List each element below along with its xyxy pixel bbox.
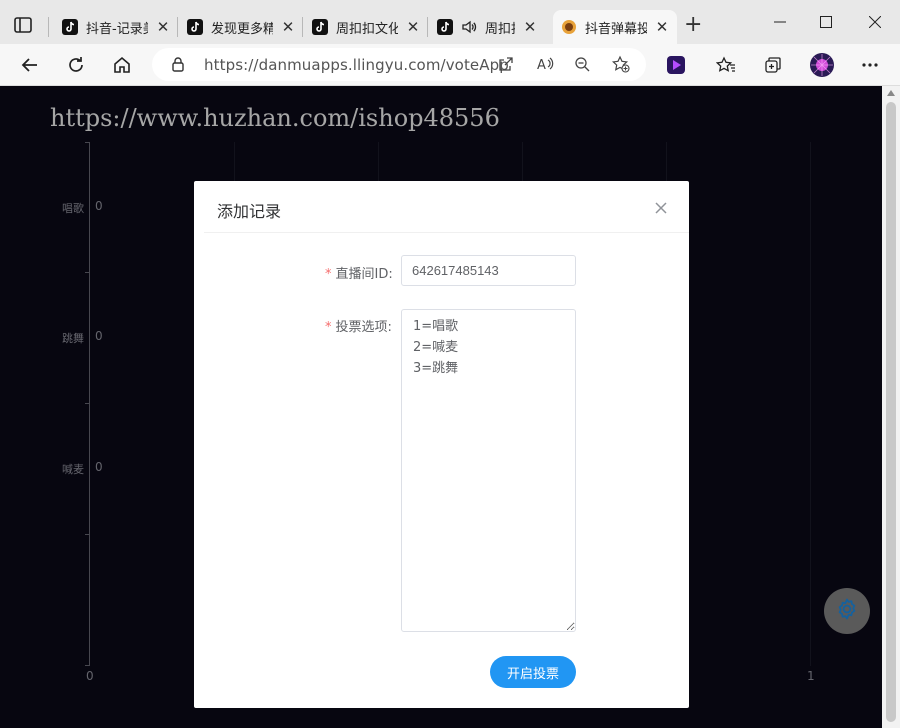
tab-separator <box>427 17 428 37</box>
page-scrollbar[interactable] <box>882 86 900 728</box>
tab-4[interactable]: 周扣扣的直播间 ✕ <box>429 10 553 44</box>
profile-avatar-icon[interactable] <box>809 52 835 78</box>
collections-icon[interactable] <box>761 53 785 77</box>
minimize-icon[interactable] <box>765 10 795 34</box>
home-icon[interactable] <box>110 53 134 77</box>
add-favorite-icon[interactable] <box>611 55 630 77</box>
room-id-label-text: 直播间ID: <box>335 267 393 282</box>
start-vote-button[interactable]: 开启投票 <box>490 656 576 688</box>
tab-title: 发现更多精彩视频 <box>211 21 273 37</box>
tab-title: 周扣扣的直播间 <box>485 21 515 37</box>
close-icon[interactable] <box>652 199 670 217</box>
options-label: * 投票选项: <box>325 316 392 335</box>
extension-icon[interactable] <box>664 53 688 77</box>
close-icon[interactable]: ✕ <box>406 18 420 36</box>
tab-2[interactable]: 发现更多精彩视频 ✕ <box>179 10 303 44</box>
vote-options-textarea[interactable]: 1=唱歌 2=喊麦 3=跳舞 <box>401 309 576 632</box>
tab-separator <box>302 17 303 37</box>
room-id-label: * 直播间ID: <box>325 263 393 282</box>
room-id-input[interactable] <box>401 255 576 286</box>
new-tab-button[interactable]: + <box>684 14 702 36</box>
speaker-icon[interactable] <box>461 19 477 35</box>
read-aloud-icon[interactable]: A <box>536 55 554 77</box>
back-icon[interactable] <box>18 53 42 77</box>
refresh-icon[interactable] <box>64 53 88 77</box>
dialog-divider <box>204 232 689 233</box>
address-bar[interactable]: https://danmuapps.llingyu.com/voteApp A <box>152 48 646 81</box>
required-mark: * <box>325 267 332 282</box>
favorites-icon[interactable] <box>714 53 738 77</box>
maximize-icon[interactable] <box>811 10 841 34</box>
add-record-dialog: 添加记录 *直播间ID: *投票选项: 1=唱歌 2=喊麦 3=跳舞 开启投票 <box>194 181 689 708</box>
tab-title: 抖音-记录美好生活 <box>86 21 148 37</box>
lock-icon[interactable] <box>170 56 186 76</box>
tab-separator <box>48 17 49 37</box>
share-icon[interactable] <box>498 56 514 76</box>
tab-title: 抖音弹幕投票 <box>585 21 647 37</box>
tab-actions-icon[interactable] <box>12 14 34 36</box>
url-text: https://danmuapps.llingyu.com/voteApp <box>204 56 509 74</box>
browser-toolbar: https://danmuapps.llingyu.com/voteApp A <box>0 44 900 86</box>
close-window-icon[interactable] <box>860 10 890 34</box>
scroll-thumb[interactable] <box>886 102 896 722</box>
svg-text:A: A <box>537 58 546 73</box>
dialog-title: 添加记录 <box>217 202 282 221</box>
tab-separator <box>177 17 178 37</box>
close-icon[interactable]: ✕ <box>655 18 669 36</box>
tiktok-icon <box>437 19 453 35</box>
browser-tab-bar: 抖音-记录美好生活 ✕ 发现更多精彩视频 ✕ 周扣扣文化传媒 ✕ 周扣扣的直播间… <box>0 0 900 44</box>
site-icon <box>561 19 577 35</box>
required-mark: * <box>325 320 332 335</box>
zoom-icon[interactable] <box>574 56 590 76</box>
tab-5-active[interactable]: 抖音弹幕投票 ✕ <box>553 10 677 44</box>
tab-title: 周扣扣文化传媒 <box>336 21 398 37</box>
tiktok-icon <box>62 19 78 35</box>
scroll-up-icon[interactable] <box>887 90 895 96</box>
tab-1[interactable]: 抖音-记录美好生活 ✕ <box>54 10 178 44</box>
tab-3[interactable]: 周扣扣文化传媒 ✕ <box>304 10 428 44</box>
close-icon[interactable]: ✕ <box>281 18 295 36</box>
more-options-icon[interactable] <box>858 53 882 77</box>
tiktok-icon <box>187 19 203 35</box>
close-icon[interactable]: ✕ <box>156 18 170 36</box>
tiktok-icon <box>312 19 328 35</box>
close-icon[interactable]: ✕ <box>523 18 537 36</box>
options-label-text: 投票选项: <box>335 320 392 335</box>
